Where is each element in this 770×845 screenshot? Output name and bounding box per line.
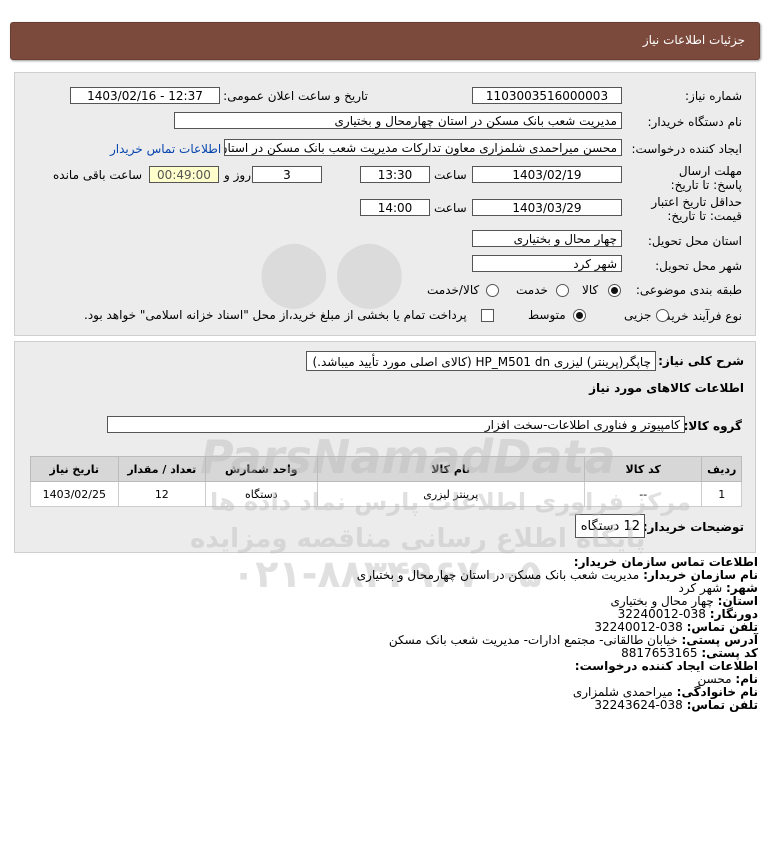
remaining-time-field: 00:49:00 <box>149 166 219 183</box>
creator-phone: تلفن تماس: 038-32243624 <box>594 698 758 712</box>
cell-date: 1403/02/25 <box>30 481 119 507</box>
need-desc-label: شرح کلی نیاز: <box>658 354 744 368</box>
category-option-goods: کالا <box>582 283 599 297</box>
validity-time-label: ساعت <box>434 201 467 215</box>
cell-row: 1 <box>701 481 742 507</box>
city-field: شهر کرد <box>472 255 622 272</box>
watermark-logo: ⬤⬤ <box>258 235 410 309</box>
buyer-org-field: مدیریت شعب بانک مسکن در استان چهارمحال و… <box>174 112 622 129</box>
validity-time-field: 14:00 <box>360 199 430 216</box>
need-number-field: 1103003516000003 <box>472 87 622 104</box>
validity-label: حداقل تاریخ اعتبار قیمت: تا تاریخ: <box>647 195 742 223</box>
col-row: ردیف <box>701 456 742 482</box>
days-field: 3 <box>252 166 322 183</box>
page-title: جزئیات اطلاعات نیاز <box>642 33 745 47</box>
deadline-time-field: 13:30 <box>360 166 430 183</box>
deadline-label: مهلت ارسال پاسخ: تا تاریخ: <box>652 164 742 192</box>
category-option-goods-service: کالا/خدمت <box>427 283 480 297</box>
validity-label-text: حداقل تاریخ اعتبار قیمت: تا تاریخ: <box>651 195 742 223</box>
deadline-label-text: مهلت ارسال پاسخ: تا تاریخ: <box>670 164 742 192</box>
need-desc-field: چاپگر(پرینتر) لیزری HP_M501 dn (کالای اص… <box>306 351 656 371</box>
remaining-label: ساعت باقی مانده <box>53 168 143 182</box>
announce-field: 1403/02/16 - 12:37 <box>70 87 220 104</box>
treasury-checkbox[interactable] <box>481 309 494 322</box>
city-label: شهر محل تحویل: <box>655 259 742 273</box>
days-label: روز و <box>224 168 251 182</box>
buyer-notes-label: توضیحات خریدار: <box>642 520 744 534</box>
validity-date-field: 1403/03/29 <box>472 199 622 216</box>
category-option-service: خدمت <box>516 283 548 297</box>
announce-label: تاریخ و ساعت اعلان عمومی: <box>223 89 368 103</box>
process-radio-medium[interactable] <box>573 309 586 322</box>
col-date: تاریخ نیاز <box>30 456 119 482</box>
process-option-medium: متوسط <box>528 308 566 322</box>
province-field: چهار محال و بختیاری <box>472 230 622 247</box>
process-option-minor: جزیی <box>624 308 652 322</box>
process-label: نوع فرآیند خرید : <box>657 309 742 323</box>
need-number-label: شماره نیاز: <box>685 89 742 103</box>
deadline-date-field: 1403/02/19 <box>472 166 622 183</box>
creator-label: ایجاد کننده درخواست: <box>631 142 742 156</box>
watermark-line2: پایگاه اطلاع رسانی مناقصه ومزایده <box>190 524 646 554</box>
category-radio-goods-service[interactable] <box>486 284 499 297</box>
goods-section-title: اطلاعات کالاهای مورد نیاز <box>589 381 744 395</box>
category-radio-service[interactable] <box>556 284 569 297</box>
province-label: استان محل تحویل: <box>647 234 742 248</box>
buyer-org-label: نام دستگاه خریدار: <box>647 115 743 129</box>
creator-field: محسن میراحمدی شلمزاری معاون تدارکات مدیر… <box>224 139 622 156</box>
goods-group-label: گروه کالا: <box>683 419 742 433</box>
process-radio-minor[interactable] <box>656 309 669 322</box>
category-label: طبقه بندی موضوعی: <box>635 283 742 297</box>
col-qty: تعداد / مقدار <box>117 456 207 482</box>
page-header: جزئیات اطلاعات نیاز <box>10 22 760 60</box>
buyer-contact-link[interactable]: اطلاعات تماس خریدار <box>110 142 221 156</box>
payment-note: پرداخت تمام یا بخشی از مبلغ خرید،از محل … <box>84 308 467 322</box>
watermark-line1: مرکز فراوری اطلاعات پارس نماد داده ها <box>210 488 692 516</box>
deadline-time-label: ساعت <box>434 168 467 182</box>
contact-info: اطلاعات تماس سازمان خریدار: نام سازمان خ… <box>357 556 758 712</box>
category-radio-goods[interactable] <box>608 284 621 297</box>
cell-qty: 12 <box>117 481 207 507</box>
watermark-brand: ParsNamadData <box>200 430 616 484</box>
